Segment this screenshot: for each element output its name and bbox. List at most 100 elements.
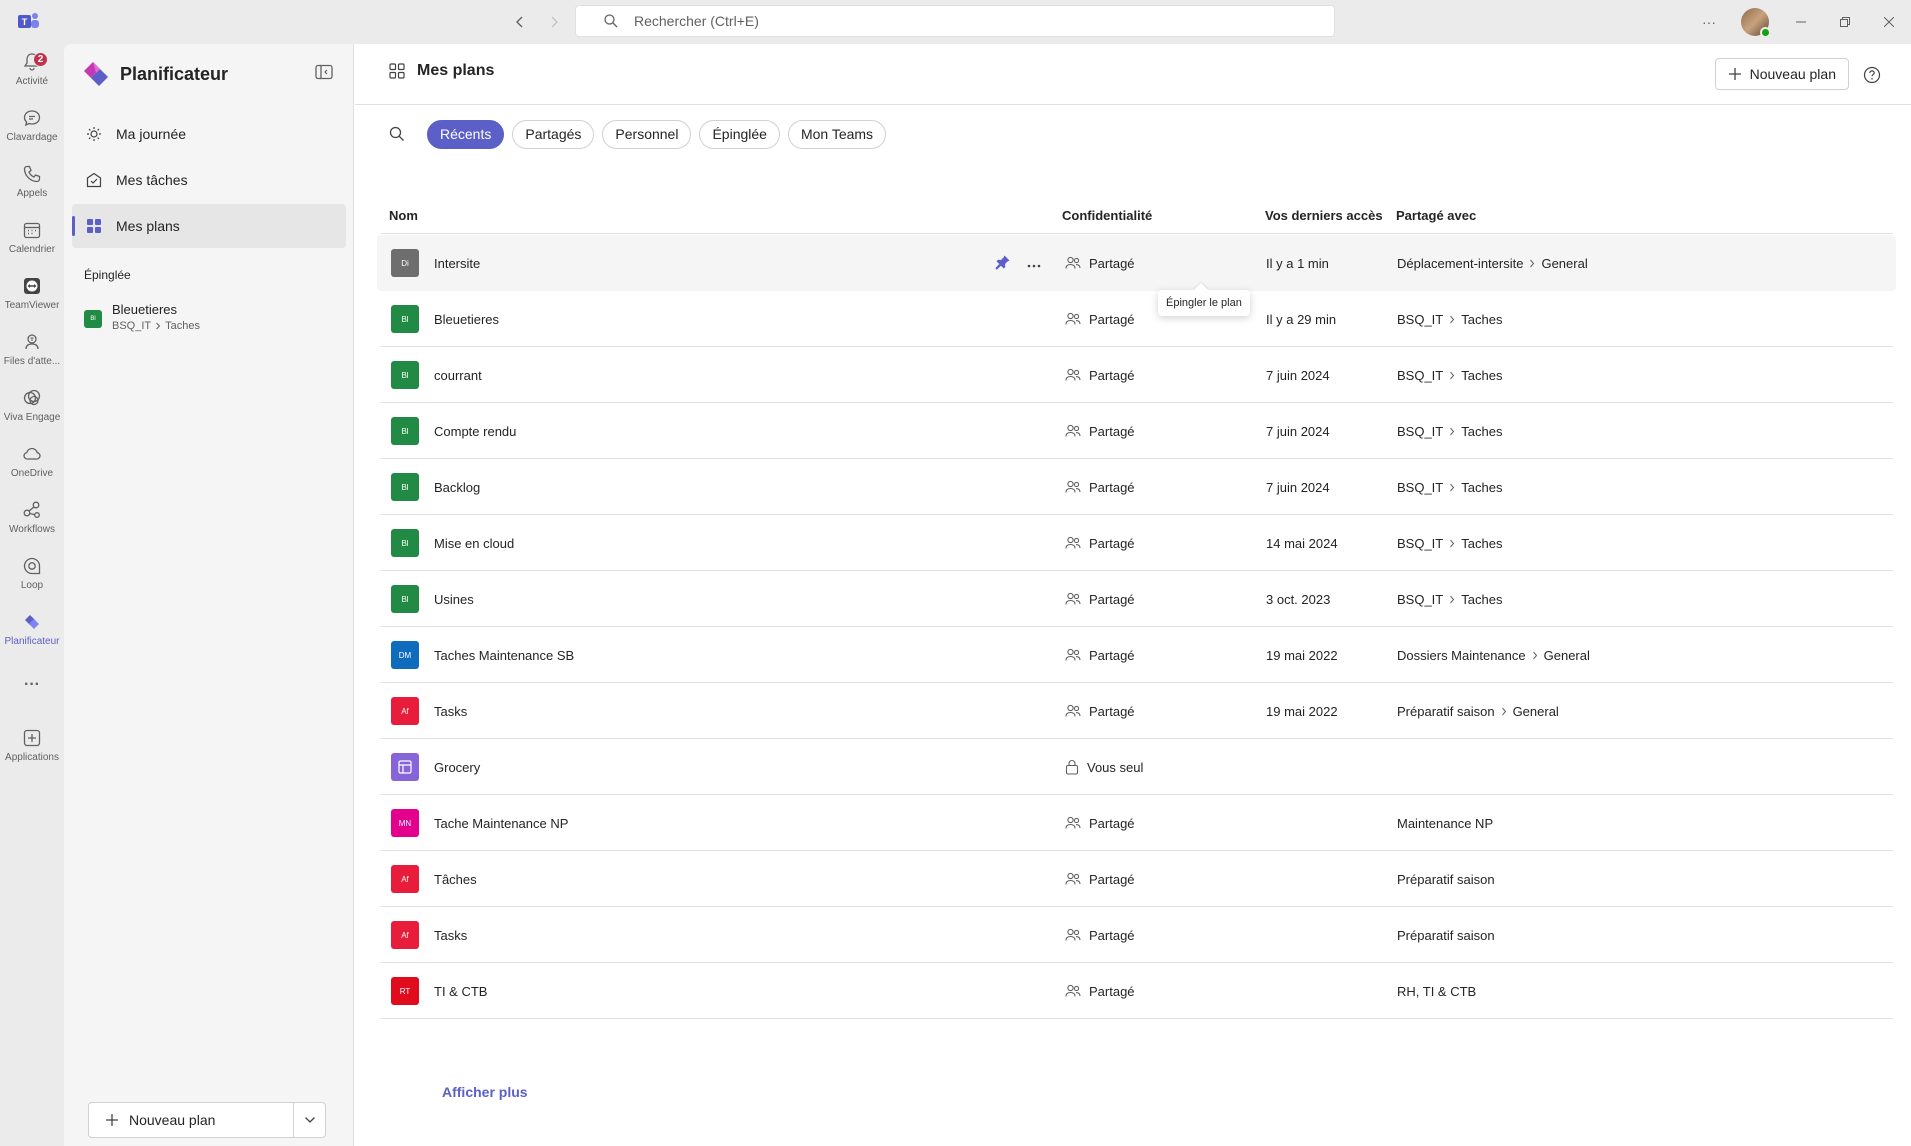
column-header-privacy[interactable]: Confidentialité [1062,208,1152,223]
more-options-button[interactable]: ··· [1687,0,1731,44]
add-app-icon [23,729,41,747]
rail-item-applications[interactable]: Applications [0,722,64,778]
chevron-right-icon [1450,483,1455,491]
close-button[interactable] [1867,0,1911,44]
plan-avatar: Bl [391,529,419,557]
pinned-section-title: Épinglée [84,268,131,282]
filter-personal[interactable]: Personnel [602,119,692,149]
plan-avatar: Bl [391,305,419,333]
planner-nav: Ma journée Mes tâches Mes plans [72,112,346,250]
table-row[interactable]: MN Tache Maintenance NP Partagé Maintenance… [381,795,1893,851]
rail-item-calls[interactable]: Appels [0,158,64,214]
table-row[interactable]: Af Tasks Partagé Préparatif saison [381,907,1893,963]
table-row[interactable]: Af Tâches Partagé Préparatif saison [381,851,1893,907]
plan-name: Tache Maintenance NP [434,815,569,831]
new-plan-button[interactable]: Nouveau plan [89,1103,293,1137]
plan-name: Tasks [434,927,468,943]
avatar[interactable] [1741,8,1771,38]
rail-item-planner[interactable]: Planificateur [0,606,64,662]
filter-bar: Récents Partagés Personnel Épinglée Mon … [389,118,887,150]
back-button[interactable] [508,10,532,34]
table-row[interactable]: DM Taches Maintenance SB Partagé 19 mai 202… [381,627,1893,683]
plan-avatar: Bl [84,310,102,328]
planner-left-pane: Planificateur Ma journée Mes tâches Mes … [64,44,354,1146]
table-row[interactable]: Grocery Vous seul [381,739,1893,795]
nav-my-tasks[interactable]: Mes tâches [72,158,346,202]
rail-item-calendar[interactable]: Calendrier [0,214,64,270]
new-plan-dropdown[interactable] [293,1103,325,1137]
plan-avatar: Bl [391,585,419,613]
table-row[interactable]: Bl Mise en cloud Partagé 14 mai 2024 BSQ_IT T… [381,515,1893,571]
column-header-name[interactable]: Nom [389,208,418,223]
plan-privacy: Partagé [1089,367,1135,383]
column-header-shared-with[interactable]: Partagé avec [1396,208,1476,223]
plan-last-access: 7 juin 2024 [1266,367,1330,383]
pinned-plan-item[interactable]: Bl Bleuetieres BSQ_IT Taches [84,302,200,332]
rail-item-loop[interactable]: Loop [0,550,64,606]
show-more-link[interactable]: Afficher plus [442,1084,528,1100]
people-icon [1065,816,1081,829]
table-row[interactable]: Af Tasks Partagé 19 mai 2022 Préparatif sais… [381,683,1893,739]
table-row[interactable]: Di Intersite Partagé Il y a 1 min Déplacemen… [377,235,1896,291]
rail-item-label: Appels [16,188,48,199]
filter-my-teams[interactable]: Mon Teams [787,119,887,149]
column-header-last-access[interactable]: Vos derniers accès [1265,208,1383,223]
plan-initials: Af [401,706,409,716]
table-row[interactable]: RT TI & CTB Partagé RH, TI & CTB [381,963,1893,1019]
more-icon [1027,264,1041,267]
rail-item-activity[interactable]: 2 Activité [0,46,64,102]
chevron-right-icon [1450,371,1455,379]
grid-outline-icon [389,63,405,79]
chevron-left-icon [516,16,523,28]
chevron-right-icon [1450,539,1455,547]
plan-team: Préparatif saison [1397,927,1495,943]
rail-item-teamviewer[interactable]: TeamViewer [0,270,64,326]
filter-pinned[interactable]: Épinglée [699,119,780,149]
filter-recent[interactable]: Récents [427,119,505,149]
collapse-pane-icon[interactable] [315,64,333,80]
new-plan-header-button[interactable]: Nouveau plan [1714,58,1849,90]
forward-button[interactable] [542,10,566,34]
plan-initials: Af [401,930,409,940]
plan-team: Préparatif saison [1397,703,1495,719]
plan-privacy: Partagé [1089,647,1135,663]
nav-my-day[interactable]: Ma journée [72,112,346,156]
plan-initials: Bl [401,426,409,436]
rail-item-label: Clavardage [6,132,58,143]
plan-name: Taches Maintenance SB [434,647,575,663]
plan-privacy: Partagé [1089,591,1135,607]
minimize-button[interactable] [1779,0,1823,44]
plan-privacy: Partagé [1089,255,1135,271]
search-icon[interactable] [389,126,405,142]
chevron-right-icon [1530,259,1535,267]
tasks-icon [86,172,102,188]
table-row[interactable]: Bl Backlog Partagé 7 juin 2024 BSQ_IT Taches [381,459,1893,515]
help-icon[interactable] [1863,66,1881,84]
plan-team: BSQ_IT [1397,423,1444,439]
rail-item-onedrive[interactable]: OneDrive [0,438,64,494]
nav-my-plans[interactable]: Mes plans [72,204,346,248]
table-row[interactable]: Bl courrant Partagé 7 juin 2024 BSQ_IT Taches [381,347,1893,403]
table-row[interactable]: Bl Bleuetieres Partagé Il y a 29 min BSQ_IT T… [381,291,1893,347]
teams-logo-icon[interactable]: T [18,11,40,31]
rail-more-apps[interactable]: ··· [0,670,64,706]
plan-initials: Af [401,874,409,884]
rail-item-viva-engage[interactable]: Viva Engage [0,382,64,438]
new-plan-split-button: Nouveau plan [88,1102,326,1138]
pin-plan-button[interactable] [995,254,1011,273]
restore-button[interactable] [1823,0,1867,44]
rail-item-queues[interactable]: Files d'atte... [0,326,64,382]
table-row[interactable]: Bl Usines Partagé 3 oct. 2023 BSQ_IT Taches [381,571,1893,627]
plan-privacy: Partagé [1089,423,1135,439]
plan-last-access: 19 mai 2022 [1266,647,1338,663]
search-input[interactable]: Rechercher (Ctrl+E) [575,5,1335,37]
rail-item-chat[interactable]: Clavardage [0,102,64,158]
filter-shared[interactable]: Partagés [512,119,595,149]
table-row[interactable]: Bl Compte rendu Partagé 7 juin 2024 BSQ_IT Ta… [381,403,1893,459]
row-more-button[interactable] [1027,256,1041,271]
plus-icon [106,1114,118,1126]
board-icon [398,760,412,774]
rail-item-workflows[interactable]: Workflows [0,494,64,550]
plan-privacy: Partagé [1089,479,1135,495]
plan-name: Compte rendu [434,423,517,439]
